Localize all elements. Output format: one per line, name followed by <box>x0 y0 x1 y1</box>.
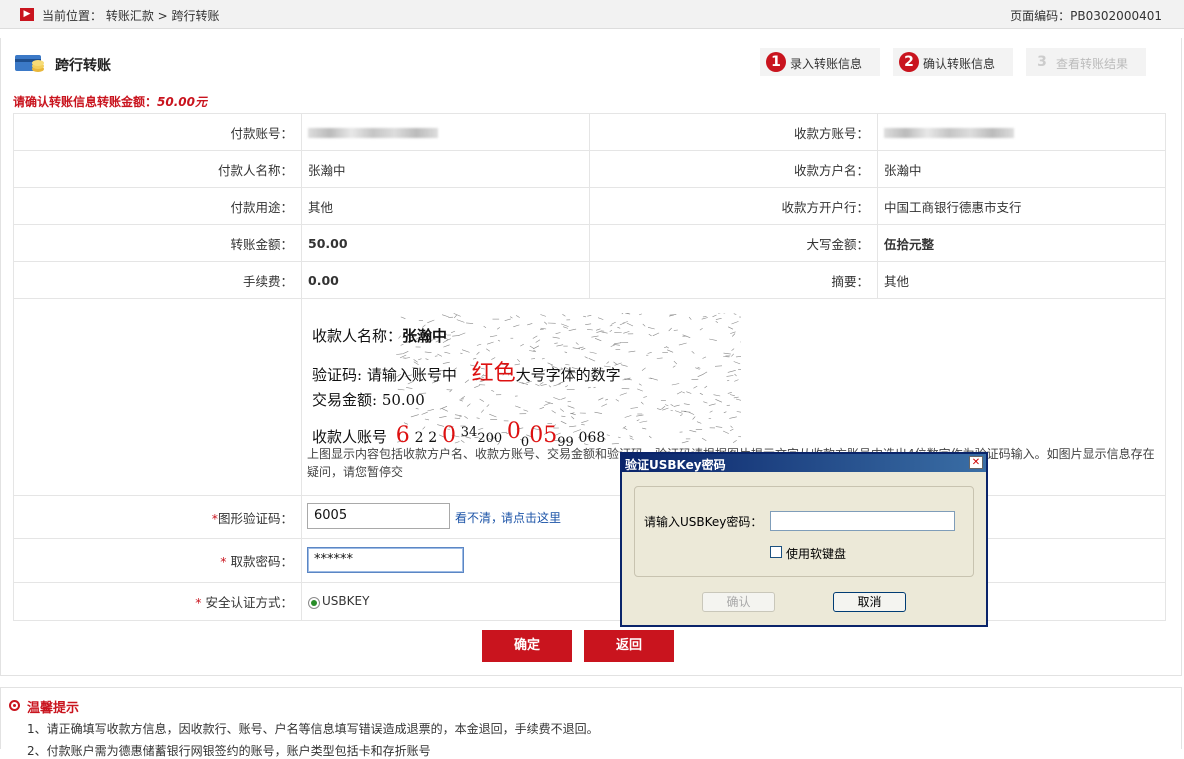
table-row: 付款用途： 其他 收款方开户行： 中国工商银行德惠市支行 <box>14 188 1166 225</box>
payee-name-label: 收款方户名： <box>590 151 878 188</box>
usbkey-label: USBKEY <box>322 594 369 608</box>
captcha-input[interactable]: 6005 <box>307 503 450 529</box>
captcha-label: 图形验证码： <box>218 511 293 526</box>
refresh-captcha-hint: 看不清， <box>455 509 503 526</box>
auth-label: 安全认证方式： <box>205 595 293 610</box>
soft-keyboard-label: 使用软键盘 <box>786 545 846 562</box>
tip-line-1: 1、请正确填写收款方信息，因收款行、账号、户名等信息填写错误造成退票的，本金退回… <box>27 720 599 737</box>
captcha-instruction-b: 大号字体的数字 <box>516 366 621 384</box>
dialog-cancel-button[interactable]: 取消 <box>833 592 906 612</box>
step-label: 录入转账信息 <box>790 55 862 72</box>
purpose-value: 其他 <box>302 188 590 225</box>
confirm-button[interactable]: 确定 <box>482 630 572 662</box>
amount-label: 转账金额： <box>14 225 302 262</box>
page-title: 跨行转账 <box>55 55 111 75</box>
step-label: 查看转账结果 <box>1056 55 1128 72</box>
table-row: * 取款密码： <box>14 539 1166 583</box>
captcha-instruction-red: 红色 <box>472 361 516 386</box>
redacted-value <box>884 128 1014 138</box>
confirm-amount-line: 请确认转账信息转账金额：50.00元 <box>13 93 207 110</box>
tip-line-2: 2、付款账户需为德惠储蓄银行网银签约的账号，账户类型包括卡和存折账号 <box>27 742 431 759</box>
payee-account-label: 收款方账号： <box>590 114 878 151</box>
fee-value: 0.00 <box>302 262 590 299</box>
tips-panel: 温馨提示 1、请正确填写收款方信息，因收款行、账号、户名等信息填写错误造成退票的… <box>0 687 1182 749</box>
step-confirm-info: 2 确认转账信息 <box>893 48 1013 76</box>
tips-title: 温馨提示 <box>27 697 79 716</box>
payee-bank-value: 中国工商银行德惠市支行 <box>878 188 1166 225</box>
memo-value: 其他 <box>878 262 1166 299</box>
table-row: 付款账号： 收款方账号： <box>14 114 1166 151</box>
memo-label: 摘要： <box>590 262 878 299</box>
tip-icon <box>9 700 20 711</box>
page-code: 页面编码：PB0302000401 <box>1010 7 1162 24</box>
amount-words-value: 伍拾元整 <box>878 225 1166 262</box>
step-number: 2 <box>899 52 919 72</box>
step-enter-info: 1 录入转账信息 <box>760 48 880 76</box>
redacted-value <box>308 128 438 138</box>
password-label: 取款密码： <box>230 554 293 569</box>
dialog-title-bar: 验证USBKey密码 ✕ <box>622 454 986 472</box>
usbkey-radio[interactable] <box>308 597 320 609</box>
payer-name-value: 张瀚中 <box>302 151 590 188</box>
usbkey-password-dialog: 验证USBKey密码 ✕ 请输入USBKey密码： 使用软键盘 确认 取消 <box>620 452 988 627</box>
captcha-instruction-a: 验证码: 请输入账号中 <box>312 366 457 384</box>
back-button[interactable]: 返回 <box>584 630 674 662</box>
close-icon[interactable]: ✕ <box>969 456 983 469</box>
captcha-payee-label: 收款人名称： <box>312 327 402 345</box>
captcha-amount: 交易金额: 50.00 <box>312 389 425 410</box>
payee-name-value: 张瀚中 <box>878 151 1166 188</box>
dialog-group-box <box>634 486 974 577</box>
captcha-digits: 6 2 2 0 34200 000599 068 <box>396 428 605 446</box>
payee-bank-label: 收款方开户行： <box>590 188 878 225</box>
step-number: 3 <box>1032 52 1052 72</box>
captcha-image: 收款人名称：张瀚中 验证码: 请输入账号中 红色大号字体的数字 交易金额: 50… <box>306 313 738 445</box>
top-bar: ▶ 当前位置： 转账汇款 > 跨行转账 页面编码：PB0302000401 <box>0 0 1184 29</box>
captcha-label-cell: *图形验证码： <box>14 496 302 539</box>
password-input[interactable]: ****** <box>307 547 464 573</box>
purpose-label: 付款用途： <box>14 188 302 225</box>
usbkey-password-label: 请输入USBKey密码： <box>644 513 762 530</box>
confirm-text: 请确认转账信息转账金额： <box>13 95 157 109</box>
table-row: 手续费： 0.00 摘要： 其他 <box>14 262 1166 299</box>
dialog-ok-button[interactable]: 确认 <box>702 592 775 612</box>
password-label-cell: * 取款密码： <box>14 539 302 583</box>
payer-account-value <box>302 114 590 151</box>
captcha-account-label: 收款人账号 <box>312 428 387 446</box>
breadcrumb-prefix: 当前位置： <box>42 9 102 23</box>
payee-account-value <box>878 114 1166 151</box>
amount-words-label: 大写金额： <box>590 225 878 262</box>
confirm-amount: 50.00元 <box>157 95 207 109</box>
auth-label-cell: * 安全认证方式： <box>14 583 302 621</box>
step-label: 确认转账信息 <box>923 55 995 72</box>
usbkey-password-input[interactable] <box>770 511 955 531</box>
amount-value: 50.00 <box>302 225 590 262</box>
fee-label: 手续费： <box>14 262 302 299</box>
captcha-payee-name: 张瀚中 <box>402 327 447 345</box>
home-icon: ▶ <box>20 8 34 21</box>
refresh-captcha-link[interactable]: 请点击这里 <box>501 509 561 526</box>
payer-account-label: 付款账号： <box>14 114 302 151</box>
step-number: 1 <box>766 52 786 72</box>
dialog-title: 验证USBKey密码 <box>625 456 726 473</box>
table-row: * 安全认证方式： <box>14 583 1166 621</box>
table-row: 付款人名称： 张瀚中 收款方户名： 张瀚中 <box>14 151 1166 188</box>
payer-name-label: 付款人名称： <box>14 151 302 188</box>
table-row: *图形验证码： <box>14 496 1166 539</box>
soft-keyboard-checkbox[interactable] <box>770 546 782 558</box>
transfer-icon <box>14 53 46 75</box>
table-row: 转账金额： 50.00 大写金额： 伍拾元整 <box>14 225 1166 262</box>
step-view-result: 3 查看转账结果 <box>1026 48 1146 76</box>
breadcrumb: 当前位置： 转账汇款 > 跨行转账 <box>42 7 220 24</box>
breadcrumb-path: 转账汇款 > 跨行转账 <box>106 9 220 23</box>
